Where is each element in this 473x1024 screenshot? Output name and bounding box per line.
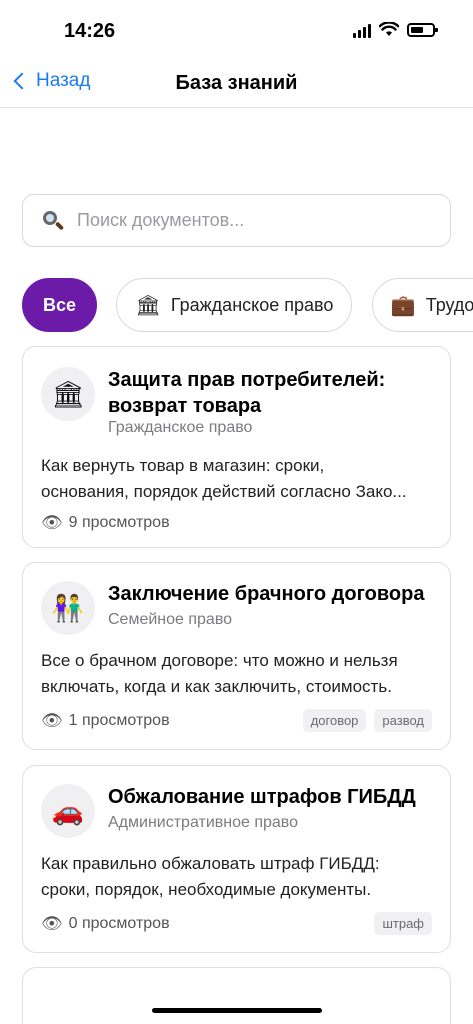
card-title: Обжалование штрафов ГИБДД [108, 786, 416, 808]
document-card[interactable] [22, 967, 451, 1024]
cellular-signal-icon [353, 22, 371, 38]
document-card[interactable]: 🚗 Обжалование штрафов ГИБДД Администрати… [22, 765, 451, 953]
search-input[interactable] [77, 210, 437, 231]
chip-civil-law[interactable]: 🏛 Гражданское право [116, 278, 353, 332]
eye-icon: 👁 [41, 711, 63, 730]
document-card[interactable]: 🏛 Защита прав потребителей: возврат това… [22, 346, 451, 548]
home-indicator [152, 1008, 322, 1013]
views-count: 1 просмотров [68, 712, 170, 729]
card-category: Гражданское право [108, 419, 253, 436]
briefcase-icon: 💼 [390, 294, 416, 317]
card-category: Административное право [108, 814, 299, 831]
tag[interactable]: развод [374, 709, 432, 732]
couple-icon: 👫 [41, 581, 95, 635]
status-bar: 14:26 [0, 0, 473, 60]
status-icons [353, 22, 438, 38]
card-description: Как правильно обжаловать штраф ГИБДД: ср… [41, 854, 380, 899]
chip-label: Все [43, 294, 77, 315]
chip-label: Трудово [425, 294, 473, 315]
eye-icon: 👁 [41, 513, 63, 532]
card-views: 👁 9 просмотров [41, 513, 170, 533]
category-filter: Все 🏛 Гражданское право 💼 Трудово [22, 278, 473, 334]
views-count: 9 просмотров [68, 514, 170, 531]
page-title: База знаний [175, 72, 298, 94]
card-description: Все о брачном договоре: что можно и нель… [41, 651, 398, 696]
navigation-bar: Назад База знаний [0, 60, 473, 108]
card-tags: штраф [374, 912, 432, 935]
search-box[interactable] [22, 194, 451, 247]
chip-all[interactable]: Все [22, 278, 98, 332]
card-title: Заключение брачного договора [108, 583, 425, 605]
battery-icon [407, 23, 438, 37]
card-tags: договор развод [302, 709, 432, 732]
card-description: Как вернуть товар в магазин: сроки, осно… [41, 456, 407, 501]
card-views: 👁 0 просмотров [41, 914, 170, 934]
status-time: 14:26 [64, 20, 116, 42]
search-icon [41, 209, 65, 233]
views-count: 0 просмотров [68, 915, 170, 932]
classical-building-icon: 🏛 [135, 294, 161, 317]
classical-building-icon: 🏛 [41, 367, 95, 421]
tag[interactable]: штраф [374, 912, 432, 935]
tag[interactable]: договор [302, 709, 367, 732]
chip-label: Гражданское право [170, 294, 334, 315]
car-icon: 🚗 [41, 784, 95, 838]
eye-icon: 👁 [41, 914, 63, 933]
card-category: Семейное право [108, 611, 233, 628]
chip-labor-law[interactable]: 💼 Трудово [371, 278, 473, 332]
wifi-icon [379, 22, 399, 36]
card-views: 👁 1 просмотров [41, 711, 170, 731]
document-card[interactable]: 👫 Заключение брачного договора Семейное … [22, 562, 451, 750]
card-title: Защита прав потребителей: возврат товара [108, 369, 386, 417]
